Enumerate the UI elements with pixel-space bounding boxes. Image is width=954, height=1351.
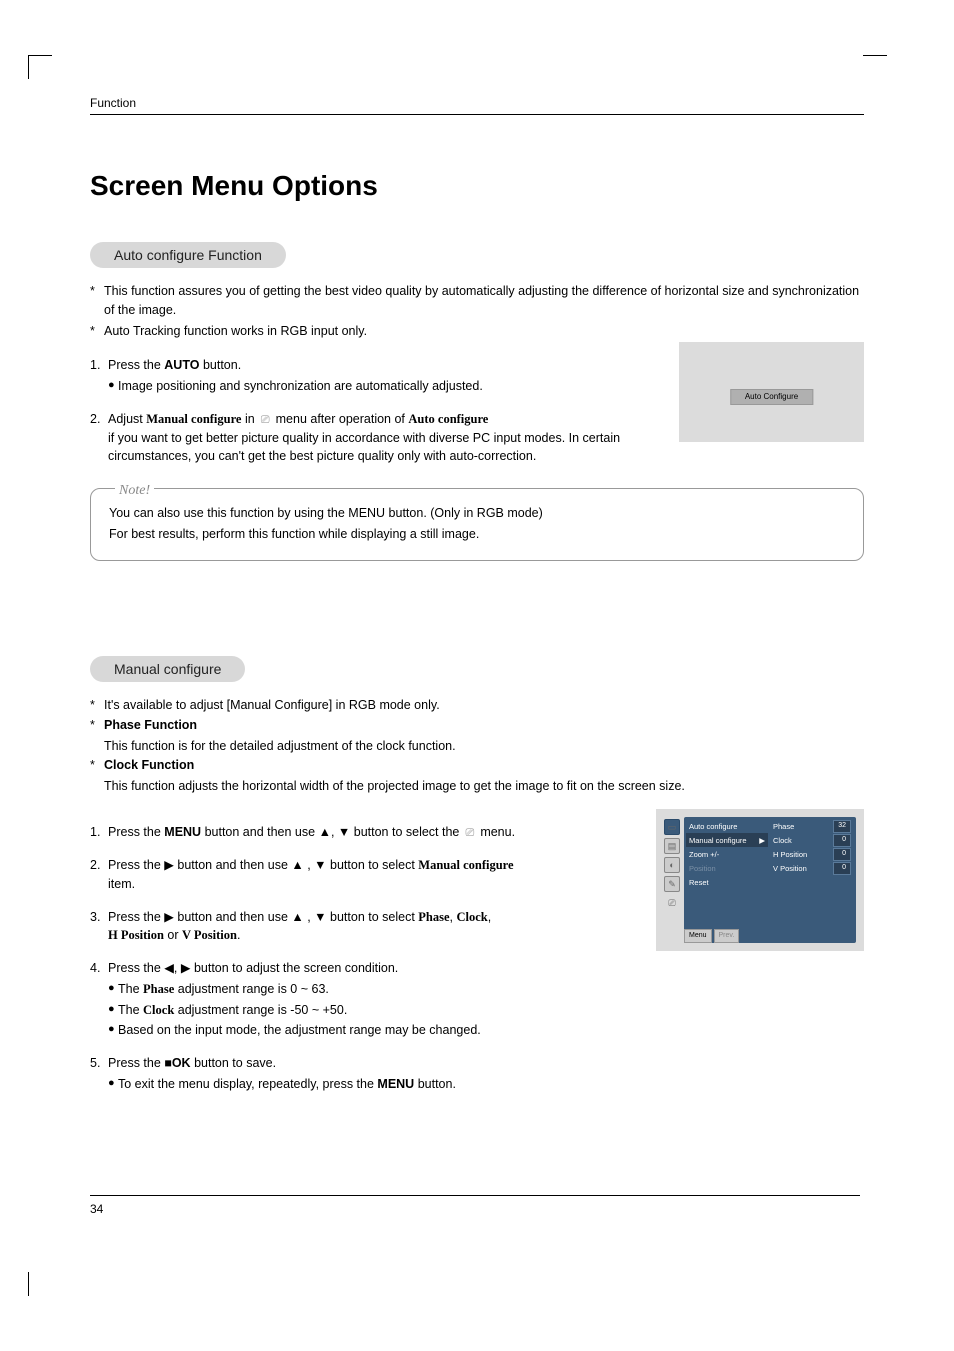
chevron-right-icon: ▶ xyxy=(759,835,765,846)
down-arrow-icon: ▼ xyxy=(338,825,350,839)
section-pill-auto: Auto configure Function xyxy=(90,242,286,268)
osd-icon-column: ▭ ▤ ◐ ✎ ⎚ xyxy=(664,817,682,943)
manual-phase-label: *Phase Function xyxy=(90,716,864,735)
osd-icon-2: ▤ xyxy=(664,838,680,854)
manual-step-5: 5. Press the ■OK button to save. xyxy=(90,1054,636,1073)
osd-item-zoom: Zoom +/- xyxy=(686,847,768,861)
manual-phase-desc: This function is for the detailed adjust… xyxy=(104,737,864,756)
osd-item-reset: Reset xyxy=(686,875,768,889)
auto-step-2: 2. Adjust Manual configure in ⎚ menu aft… xyxy=(90,410,659,466)
osd-item-manual: Manual configure▶ xyxy=(686,833,768,847)
osd-value-phase: Phase32 xyxy=(770,819,854,833)
note-line-1: You can also use this function by using … xyxy=(109,503,845,524)
osd-footer: Menu Prev. xyxy=(684,929,739,944)
right-arrow-icon: ▶ xyxy=(164,910,174,924)
osd-item-auto: Auto configure xyxy=(686,819,768,833)
ok-button-label: ■OK xyxy=(164,1056,190,1070)
step5-bullet: ●To exit the menu display, repeatedly, p… xyxy=(108,1075,636,1094)
section-pill-manual: Manual configure xyxy=(90,656,245,682)
crop-mark-tl xyxy=(28,55,52,79)
auto-step-1: 1. Press the AUTO button. xyxy=(90,356,659,375)
manual-step-3: 3. Press the ▶ button and then use ▲ , ▼… xyxy=(90,908,636,946)
osd-footer-menu: Menu xyxy=(684,929,712,944)
osd-menu-panel: Auto configure Manual configure▶ Zoom +/… xyxy=(684,817,856,943)
manual-step-2: 2. Press the ▶ button and then use ▲ , ▼… xyxy=(90,856,636,894)
section-manual-configure: Manual configure *It's available to adju… xyxy=(90,656,864,1094)
up-arrow-icon: ▲ xyxy=(291,910,303,924)
note-line-2: For best results, perform this function … xyxy=(109,524,845,545)
osd-icon-1: ▭ xyxy=(664,819,680,835)
crop-mark-tr xyxy=(863,55,887,79)
down-arrow-icon: ▼ xyxy=(314,910,326,924)
auto-desc-2: *Auto Tracking function works in RGB inp… xyxy=(90,322,864,341)
osd-value-hpos: H Position0 xyxy=(770,847,854,861)
auto-configure-osd-label: Auto Configure xyxy=(730,389,813,405)
up-arrow-icon: ▲ xyxy=(319,825,331,839)
osd-footer-prev: Prev. xyxy=(714,929,740,944)
down-arrow-icon: ▼ xyxy=(314,858,326,872)
osd-icon-5: ⎚ xyxy=(664,895,680,911)
note-box: Note! You can also use this function by … xyxy=(90,488,864,561)
note-label: Note! xyxy=(115,479,154,503)
osd-icon-4: ✎ xyxy=(664,876,680,892)
step4-bullet-1: ●The Phase adjustment range is 0 ~ 63. xyxy=(108,980,636,999)
osd-icon-3: ◐ xyxy=(664,857,680,873)
step4-bullet-3: ●Based on the input mode, the adjustment… xyxy=(108,1021,636,1040)
osd-item-position: Position xyxy=(686,861,768,875)
osd-value-clock: Clock0 xyxy=(770,833,854,847)
left-arrow-icon: ◀ xyxy=(164,961,174,975)
auto-button-label: AUTO xyxy=(164,358,199,372)
crop-mark-bl xyxy=(28,1272,52,1296)
manual-step-1: 1. Press the MENU button and then use ▲,… xyxy=(90,823,636,842)
screen-icon: ⎚ xyxy=(463,825,477,842)
step4-bullet-2: ●The Clock adjustment range is -50 ~ +50… xyxy=(108,1001,636,1020)
osd-illustration: ▭ ▤ ◐ ✎ ⎚ Auto configure Manual configur… xyxy=(656,809,864,951)
auto-desc-1: *This function assures you of getting th… xyxy=(90,282,864,320)
osd-value-list: Phase32 Clock0 H Position0 V Position0 xyxy=(770,819,854,941)
auto-step-1-detail: ●Image positioning and synchronization a… xyxy=(108,377,659,396)
screen-icon: ⎚ xyxy=(258,412,272,429)
manual-clock-label: *Clock Function xyxy=(90,756,864,775)
page-content: Function Screen Menu Options Auto config… xyxy=(0,0,954,1134)
auto-configure-illustration: Auto Configure xyxy=(679,342,864,442)
osd-menu-list: Auto configure Manual configure▶ Zoom +/… xyxy=(686,819,768,941)
page-number: 34 xyxy=(90,1195,860,1216)
manual-step-4: 4. Press the ◀, ▶ button to adjust the s… xyxy=(90,959,636,978)
section-auto-configure: Auto configure Function *This function a… xyxy=(90,242,864,561)
up-arrow-icon: ▲ xyxy=(291,858,303,872)
osd-value-vpos: V Position0 xyxy=(770,861,854,875)
page-title: Screen Menu Options xyxy=(90,170,864,202)
manual-desc-1: *It's available to adjust [Manual Config… xyxy=(90,696,864,715)
header-section: Function xyxy=(90,96,864,115)
right-arrow-icon: ▶ xyxy=(164,858,174,872)
manual-clock-desc: This function adjusts the horizontal wid… xyxy=(104,777,864,796)
